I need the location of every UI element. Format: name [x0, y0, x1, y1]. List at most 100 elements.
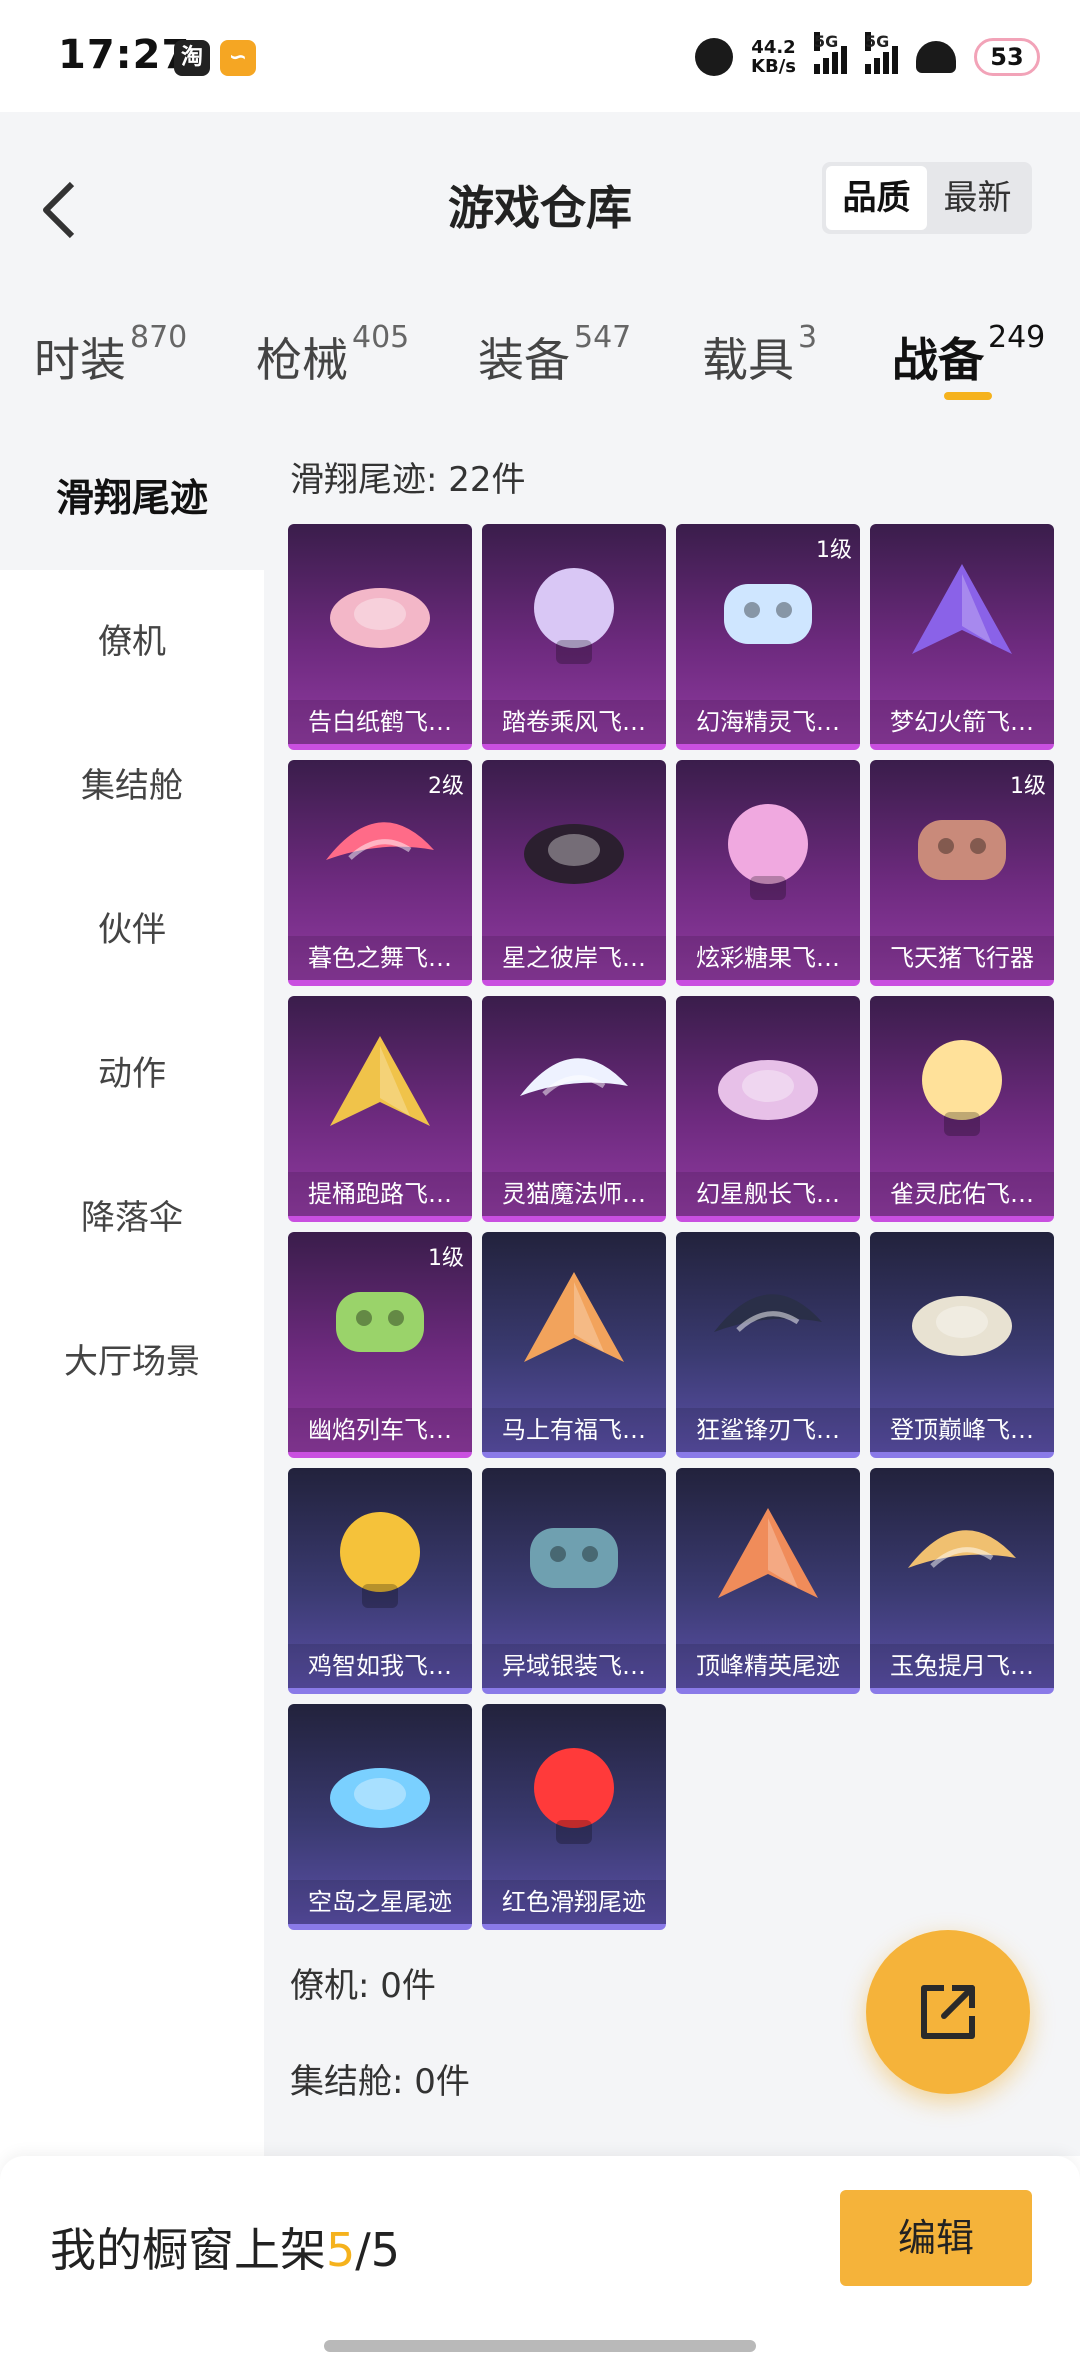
item-card[interactable]: 灵猫魔法师… — [482, 996, 666, 1222]
category-tabs: 时装 870 枪械 405 装备 547 载具 3 战备 249 — [0, 312, 1080, 426]
item-card[interactable]: 空岛之星尾迹 — [288, 1704, 472, 1930]
share-button[interactable] — [866, 1930, 1030, 2094]
status-time: 17:27 — [58, 32, 191, 78]
network-type-label-2: 5G — [865, 32, 890, 51]
tab-equipment[interactable]: 装备 547 — [478, 320, 631, 404]
sidebar-item-lobby-scene[interactable]: 大厅场景 — [0, 1290, 264, 1434]
item-name: 灵猫魔法师… — [482, 1172, 666, 1216]
tab-count: 405 — [352, 320, 410, 355]
item-name: 狂鲨锋刃飞… — [676, 1408, 860, 1452]
app-notification-icon: ∽ — [220, 40, 256, 76]
item-name: 幻星舰长飞… — [676, 1172, 860, 1216]
item-card[interactable]: 炫彩糖果飞… — [676, 760, 860, 986]
section-title-pod: 集结舱: 0件 — [290, 2062, 470, 2102]
item-card[interactable]: 狂鲨锋刃飞… — [676, 1232, 860, 1458]
edit-button[interactable]: 编辑 — [840, 2190, 1032, 2286]
item-card[interactable]: 1级 幽焰列车飞… — [288, 1232, 472, 1458]
item-level-badge: 1级 — [1010, 774, 1046, 799]
sidebar: 滑翔尾迹 僚机 集结舱 伙伴 动作 降落伞 大厅场景 — [0, 426, 264, 2156]
tab-vehicles[interactable]: 载具 3 — [702, 320, 817, 404]
alarm-icon — [695, 38, 734, 76]
content-panel: 滑翔尾迹: 22件 告白纸鹤飞… 踏卷乘风飞… 1级 幻海精灵飞… 梦幻火箭飞… 2级 暮色… — [264, 426, 1080, 2156]
item-card[interactable]: 雀灵庇佑飞… — [870, 996, 1054, 1222]
item-card[interactable]: 幻星舰长飞… — [676, 996, 860, 1222]
item-name: 星之彼岸飞… — [482, 936, 666, 980]
sidebar-item-companion[interactable]: 伙伴 — [0, 858, 264, 1002]
item-name: 梦幻火箭飞… — [870, 700, 1054, 744]
item-art-icon — [534, 1748, 614, 1844]
showcase-label: 我的橱窗上架 — [50, 2223, 326, 2277]
item-art-icon — [336, 1292, 424, 1352]
showcase-current-count: 5 — [326, 2223, 356, 2277]
item-art-icon — [520, 1058, 628, 1096]
tab-count: 547 — [574, 320, 632, 355]
item-card[interactable]: 异域银装飞… — [482, 1468, 666, 1694]
sidebar-item-glide-trail[interactable]: 滑翔尾迹 — [0, 426, 264, 570]
status-right: 44.2 KB/s 5G 5G 53 — [695, 32, 1040, 82]
item-art-icon — [524, 824, 624, 884]
showcase-status: 我的橱窗上架5/5 — [50, 2214, 400, 2280]
sidebar-item-wingman[interactable]: 僚机 — [0, 570, 264, 714]
sidebar-item-assembly-pod[interactable]: 集结舱 — [0, 714, 264, 858]
item-card[interactable]: 红色滑翔尾迹 — [482, 1704, 666, 1930]
share-external-icon — [921, 1985, 975, 2039]
item-art-icon — [330, 1036, 430, 1126]
sort-toggle: 品质 最新 — [822, 162, 1032, 234]
item-art-icon — [340, 1512, 420, 1608]
signal-5g-icon: 5G — [814, 32, 847, 74]
tab-fashion[interactable]: 时装 870 — [34, 320, 187, 404]
item-art-icon — [530, 1528, 618, 1588]
item-card[interactable]: 顶峰精英尾迹 — [676, 1468, 860, 1694]
item-art-icon — [912, 564, 1012, 654]
home-indicator[interactable] — [324, 2340, 756, 2352]
page-header: 游戏仓库 品质 最新 — [0, 112, 1080, 312]
item-level-badge: 1级 — [816, 538, 852, 563]
item-art-icon — [718, 1508, 818, 1598]
item-card[interactable]: 登顶巅峰飞… — [870, 1232, 1054, 1458]
item-name: 鸡智如我飞… — [288, 1644, 472, 1688]
item-card[interactable]: 星之彼岸飞… — [482, 760, 666, 986]
item-art-icon — [718, 1060, 818, 1120]
item-name: 异域银装飞… — [482, 1644, 666, 1688]
battery-icon: 53 — [974, 38, 1040, 76]
tab-label: 枪械 — [256, 333, 348, 387]
item-art-icon — [918, 820, 1006, 880]
item-card[interactable]: 踏卷乘风飞… — [482, 524, 666, 750]
section-title-wingman: 僚机: 0件 — [290, 1966, 436, 2006]
item-card[interactable]: 鸡智如我飞… — [288, 1468, 472, 1694]
tab-label: 装备 — [478, 333, 570, 387]
taobao-notification-icon: 淘 — [174, 40, 210, 76]
item-card[interactable]: 马上有福飞… — [482, 1232, 666, 1458]
item-card[interactable]: 提桶跑路飞… — [288, 996, 472, 1222]
tab-count: 3 — [798, 320, 818, 355]
tab-count: 249 — [988, 320, 1046, 355]
sort-quality-button[interactable]: 品质 — [826, 166, 927, 230]
item-name: 空岛之星尾迹 — [288, 1880, 472, 1924]
item-art-icon — [724, 584, 812, 644]
sidebar-item-emote[interactable]: 动作 — [0, 1002, 264, 1146]
sort-latest-button[interactable]: 最新 — [927, 166, 1028, 230]
signal-5g-icon-2: 5G — [865, 32, 898, 74]
item-card[interactable]: 梦幻火箭飞… — [870, 524, 1054, 750]
showcase-bar: 我的橱窗上架5/5 编辑 — [0, 2156, 1080, 2376]
sidebar-item-parachute[interactable]: 降落伞 — [0, 1146, 264, 1290]
network-speed: 44.2 KB/s — [751, 38, 796, 76]
item-name: 提桶跑路飞… — [288, 1172, 472, 1216]
network-speed-value: 44.2 — [751, 37, 796, 58]
tab-guns[interactable]: 枪械 405 — [256, 320, 409, 404]
item-name: 玉兔提月飞… — [870, 1644, 1054, 1688]
item-card[interactable]: 告白纸鹤飞… — [288, 524, 472, 750]
item-card[interactable]: 玉兔提月飞… — [870, 1468, 1054, 1694]
item-name: 登顶巅峰飞… — [870, 1408, 1054, 1452]
item-card[interactable]: 1级 飞天猪飞行器 — [870, 760, 1054, 986]
item-art-icon — [330, 588, 430, 648]
item-name: 踏卷乘风飞… — [482, 700, 666, 744]
item-card[interactable]: 2级 暮色之舞飞… — [288, 760, 472, 986]
item-name: 雀灵庇佑飞… — [870, 1172, 1054, 1216]
active-tab-indicator — [944, 392, 992, 400]
network-speed-unit: KB/s — [751, 56, 796, 77]
item-name: 红色滑翔尾迹 — [482, 1880, 666, 1924]
item-card[interactable]: 1级 幻海精灵飞… — [676, 524, 860, 750]
item-art-icon — [326, 822, 434, 860]
item-name: 幽焰列车飞… — [288, 1408, 472, 1452]
